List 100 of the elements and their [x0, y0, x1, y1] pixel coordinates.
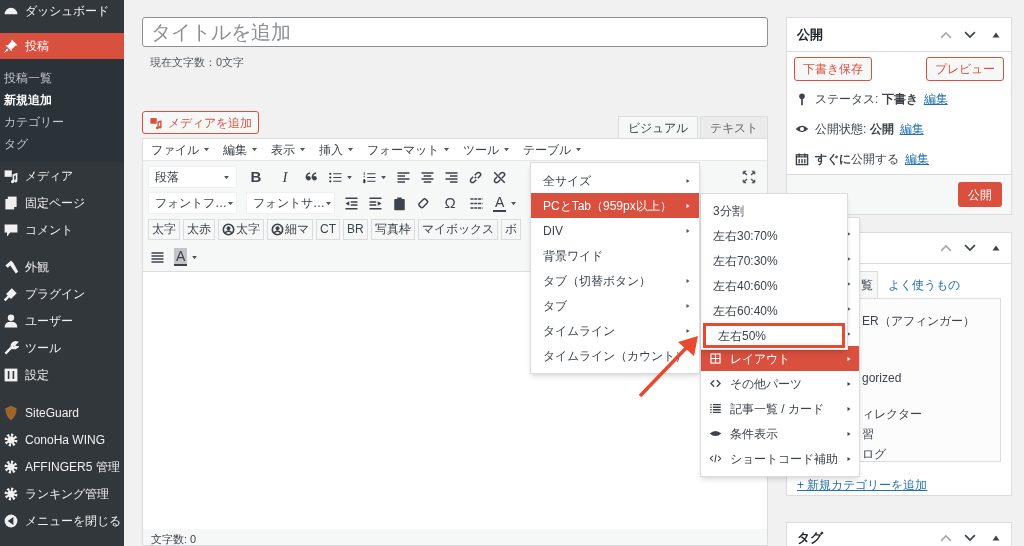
- quicktag-button[interactable]: CT: [316, 218, 340, 240]
- menu-item[interactable]: ファイル: [151, 140, 210, 159]
- menu-item[interactable]: フォーマット: [367, 140, 450, 159]
- sidebar-item[interactable]: ConoHa WING: [0, 426, 124, 453]
- category-item[interactable]: ER（アフィンガー）: [862, 312, 975, 330]
- brush-icon: [3, 258, 19, 275]
- caret-icon: [325, 199, 332, 207]
- menu-item[interactable]: ツール: [463, 140, 510, 159]
- menu-item[interactable]: 左右50%: [703, 323, 845, 348]
- comment-icon: [3, 221, 19, 238]
- submenu-item[interactable]: カテゴリー: [0, 111, 124, 133]
- save-draft-button[interactable]: 下書き保存: [794, 57, 872, 81]
- toolbar-button[interactable]: I: [275, 166, 295, 188]
- format-select[interactable]: フォントフ…: [148, 192, 237, 214]
- menu-item[interactable]: 表示: [271, 140, 306, 159]
- sidebar-item[interactable]: ユーザー: [0, 307, 124, 334]
- quicktag-button[interactable]: 太赤: [183, 218, 215, 240]
- sidebar-item[interactable]: 固定ページ: [0, 189, 124, 216]
- triangle-up-icon[interactable]: [991, 533, 1001, 543]
- edit-link[interactable]: 編集: [899, 120, 924, 138]
- category-item[interactable]: ログ: [862, 445, 886, 461]
- media-icon: [3, 167, 19, 184]
- category-item[interactable]: 習: [862, 425, 874, 443]
- menu-item[interactable]: 背景ワイド: [531, 243, 699, 268]
- toolbar-button[interactable]: Ω: [440, 192, 460, 214]
- align-center-icon: [420, 169, 435, 185]
- collapse-icon: [3, 512, 19, 529]
- quicktag-button[interactable]: マイボックス: [417, 218, 498, 240]
- submenu-item[interactable]: 投稿一覧: [0, 67, 124, 89]
- toolbar-button[interactable]: A: [493, 192, 518, 214]
- editor-tab[interactable]: ビジュアル: [618, 116, 698, 138]
- quicktag-button[interactable]: 太字: [148, 218, 180, 240]
- caret-icon: [299, 146, 306, 153]
- sidebar-item[interactable]: メニューを閉じる: [0, 507, 124, 534]
- quicktag-button[interactable]: 太字: [218, 218, 264, 240]
- user-icon: [3, 312, 19, 329]
- title-field[interactable]: タイトルを追加: [142, 17, 768, 47]
- category-item[interactable]: ィレクター: [862, 405, 922, 423]
- menu-item[interactable]: 左右40:60%: [701, 273, 847, 298]
- menu-item[interactable]: 左右70:30%: [701, 248, 847, 273]
- add-media-button[interactable]: メディアを追加: [142, 111, 259, 134]
- pin-icon: [3, 38, 19, 54]
- list-icon: [709, 402, 722, 415]
- menu-item[interactable]: 3分割: [701, 198, 847, 223]
- menu-item[interactable]: 条件表示: [701, 421, 859, 446]
- calendar-icon: [795, 152, 809, 166]
- sidebar-item[interactable]: メディア: [0, 162, 124, 189]
- word-count: 文字数: 0: [151, 532, 197, 546]
- quicktag-button[interactable]: 写真枠: [370, 218, 415, 240]
- menu-item[interactable]: 編集: [223, 140, 258, 159]
- sidebar-item[interactable]: ダッシュボード: [0, 0, 124, 21]
- editor-tab[interactable]: テキスト: [700, 116, 768, 138]
- menu-item[interactable]: タイムライン: [531, 318, 699, 343]
- sidebar-item[interactable]: ランキング管理: [0, 480, 124, 507]
- menu-item[interactable]: その他パーツ: [701, 371, 859, 396]
- menu-item[interactable]: 記事一覧 / カード: [701, 396, 859, 421]
- link-icon: [468, 169, 483, 185]
- menu-item[interactable]: タブ: [531, 293, 699, 318]
- preview-button[interactable]: プレビュー: [926, 57, 1004, 81]
- quicktag-button[interactable]: 細マ: [267, 218, 313, 240]
- menu-item[interactable]: PCとTab（959px以上）: [531, 193, 699, 218]
- submenu-item[interactable]: タグ: [0, 133, 124, 155]
- sidebar-item[interactable]: AFFINGER5 管理: [0, 453, 124, 480]
- caret-icon: [510, 199, 518, 207]
- menu-item[interactable]: ショートコード補助: [701, 446, 859, 471]
- submenu-item[interactable]: 新規追加: [0, 89, 124, 111]
- sidebar-item[interactable]: SiteGuard: [0, 399, 124, 426]
- triangle-up-icon[interactable]: [991, 243, 1001, 253]
- menu-item[interactable]: 左右30:70%: [701, 223, 847, 248]
- menu-item[interactable]: 左右60:40%: [701, 298, 847, 323]
- status-text: ステータス: 下書き: [815, 91, 918, 108]
- add-category-link[interactable]: + 新規カテゴリーを追加: [797, 476, 928, 494]
- edit-link[interactable]: 編集: [905, 150, 929, 168]
- caret-icon: [191, 253, 199, 261]
- menu-item[interactable]: 全サイズ: [531, 168, 699, 193]
- edit-link[interactable]: 編集: [923, 90, 948, 108]
- menu-item[interactable]: テーブル: [523, 140, 582, 159]
- gear-icon: [3, 485, 19, 502]
- format-select[interactable]: 段落: [148, 166, 237, 188]
- unlink-icon: [492, 169, 507, 185]
- menu-item[interactable]: DIV: [531, 218, 699, 243]
- publish-button[interactable]: 公開: [958, 182, 1002, 207]
- menu-item[interactable]: 挿入: [319, 140, 354, 159]
- sidebar-item[interactable]: 設定: [0, 361, 124, 388]
- sidebar-item[interactable]: コメント: [0, 216, 124, 243]
- fullscreen-icon[interactable]: [742, 170, 756, 184]
- toolbar-button[interactable]: B: [246, 166, 266, 188]
- sidebar-item[interactable]: 外観: [0, 253, 124, 280]
- sidebar-item[interactable]: 投稿: [0, 33, 124, 59]
- format-select[interactable]: フォントサ…: [246, 192, 335, 214]
- category-item[interactable]: gorized: [862, 369, 902, 387]
- sidebar-item[interactable]: ツール: [0, 334, 124, 361]
- quicktag-button[interactable]: ボ: [500, 218, 521, 240]
- toolbar-button[interactable]: A: [174, 246, 199, 268]
- caret-icon: [503, 146, 510, 153]
- panel-title: タグ: [797, 529, 823, 546]
- quicktag-button[interactable]: BR: [343, 218, 368, 240]
- menu-item[interactable]: タブ（切替ボタン）: [531, 268, 699, 293]
- sidebar-item[interactable]: プラグイン: [0, 280, 124, 307]
- category-tab[interactable]: よく使うもの: [886, 271, 962, 298]
